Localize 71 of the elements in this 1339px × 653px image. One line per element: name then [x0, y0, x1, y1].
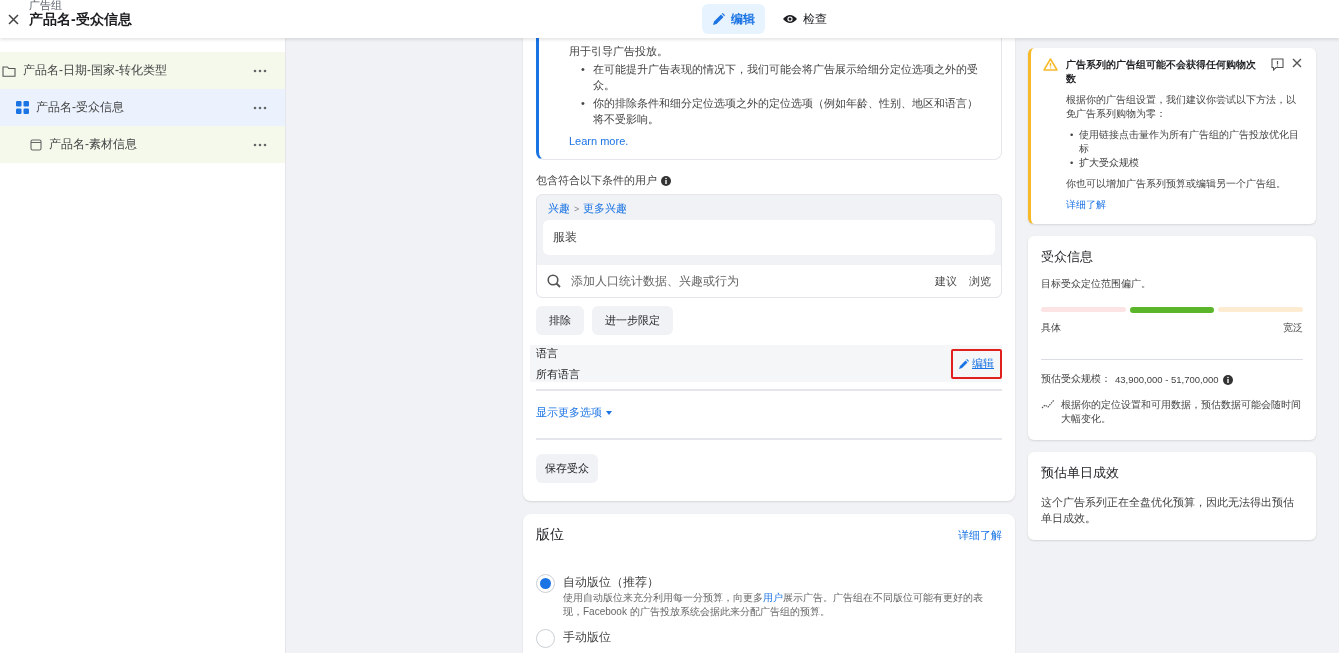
tab[interactable]: 编辑 [702, 4, 765, 34]
option-label: 手动版位 [563, 629, 611, 646]
section-label: 广告组 [29, 0, 63, 11]
learn-more-link[interactable]: 详细了解 [958, 527, 1002, 543]
bullet-text: 使用链接点击量作为所有广告组的广告投放优化目标 [1079, 128, 1301, 156]
save-audience-button[interactable]: 保存受众 [536, 454, 598, 483]
setting-value: 所有语言 [536, 366, 580, 382]
card-text: 这个广告系列正在全盘优化预算，因此无法得出预估单日成效。 [1041, 495, 1295, 526]
scale-label: 具体 [1041, 322, 1061, 335]
close-icon[interactable] [8, 13, 19, 25]
filter-button[interactable]: 排除 [536, 306, 584, 335]
radio-button[interactable] [536, 574, 555, 593]
bullet-marker: • [581, 96, 585, 111]
info-icon [1222, 374, 1233, 385]
bullet-marker: • [1070, 156, 1074, 170]
grid-icon [16, 101, 29, 114]
search-action[interactable]: 建议 [935, 273, 957, 289]
option-description: 使用自动版位来充分利用每一分预算，向更多用户展示广告。广告组在不同版位可能有更好的表现，Facebook 的广告投放系统会据此来分配广告组的预算。 [563, 591, 984, 619]
tab[interactable]: 检查 [773, 4, 837, 34]
section-label: 包含符合以下条件的用户 [536, 173, 657, 188]
search-icon [547, 274, 561, 288]
alert-title: 广告系列的广告组可能不会获得任何购物次数 [1066, 58, 1257, 86]
alert-text: 你也可以增加广告系列预算或编辑另一个广告组。 [1066, 177, 1287, 191]
note-text: 根据你的定位设置和可用数据，预估数据可能会随时间大幅变化。 [1061, 398, 1302, 426]
bullet-marker: • [581, 62, 585, 77]
filter-button[interactable]: 进一步限定 [592, 306, 673, 335]
feedback-icon[interactable] [1271, 58, 1284, 71]
warning-icon [1043, 58, 1058, 71]
caret-icon [606, 410, 612, 415]
search-field[interactable]: 添加人口统计数据、兴趣或行为 建议 浏览 [537, 265, 1001, 297]
bullet-text: 在可能提升广告表现的情况下，我们可能会将广告展示给细分定位选项之外的受众。 [592, 62, 979, 93]
edit-link[interactable]: 编辑 [951, 348, 1002, 379]
more-icon[interactable] [253, 142, 267, 147]
search-action[interactable]: 浏览 [969, 273, 991, 289]
scale-label: 宽泛 [1283, 322, 1303, 335]
users-link[interactable]: 用户 [763, 592, 783, 603]
alert-text: 根据你的广告组设置，我们建议你尝试以下方法，以免广告系列购物为零： [1066, 93, 1297, 121]
learn-more-link[interactable]: 详细了解 [1066, 199, 1106, 210]
more-icon[interactable] [253, 105, 267, 110]
size-label: 预估受众规模： [1041, 373, 1111, 386]
pencil-icon [712, 12, 725, 26]
breadcrumb-link[interactable]: 兴趣 [548, 201, 570, 216]
pencil-icon [959, 358, 969, 369]
breadcrumb-separator: > [574, 203, 580, 214]
card-title: 预估单日成效 [1041, 464, 1120, 482]
summary-text: 目标受众定位范围偏广。 [1041, 278, 1152, 291]
more-icon[interactable] [253, 68, 267, 73]
eye-icon [783, 14, 797, 24]
size-value: 43,900,000 - 51,700,000 [1115, 374, 1219, 385]
tree-item[interactable]: 产品名-素材信息 [0, 126, 285, 163]
page-icon [30, 138, 42, 151]
card-title: 受众信息 [1041, 248, 1094, 266]
close-icon[interactable] [1292, 58, 1302, 68]
radio-button[interactable] [536, 629, 555, 648]
tree-item[interactable]: 产品名-受众信息 [0, 89, 285, 126]
page-title: 产品名-受众信息 [29, 10, 132, 29]
breadcrumb-link[interactable]: 更多兴趣 [583, 201, 628, 216]
interest-chip[interactable]: 服装 [543, 220, 995, 255]
folder-icon [2, 64, 16, 77]
bullet-marker: • [1070, 128, 1074, 142]
info-icon [661, 175, 671, 186]
option-label: 自动版位（推荐） [563, 574, 660, 591]
bullet-text: 扩大受众规模 [1079, 156, 1140, 170]
show-more-link[interactable]: 显示更多选项 [536, 405, 612, 420]
bullet-text: 你的排除条件和细分定位选项之外的定位选项（例如年龄、性别、地区和语言）将不受影响。 [592, 96, 979, 127]
tree-item[interactable]: 产品名-日期-国家-转化类型 [0, 52, 285, 89]
trend-icon [1041, 398, 1055, 410]
setting-label: 语言 [536, 345, 559, 361]
learn-more-link[interactable]: Learn more. [569, 135, 629, 147]
section-title: 版位 [536, 526, 564, 544]
notice-text: 用于引导广告投放。 [569, 44, 669, 59]
